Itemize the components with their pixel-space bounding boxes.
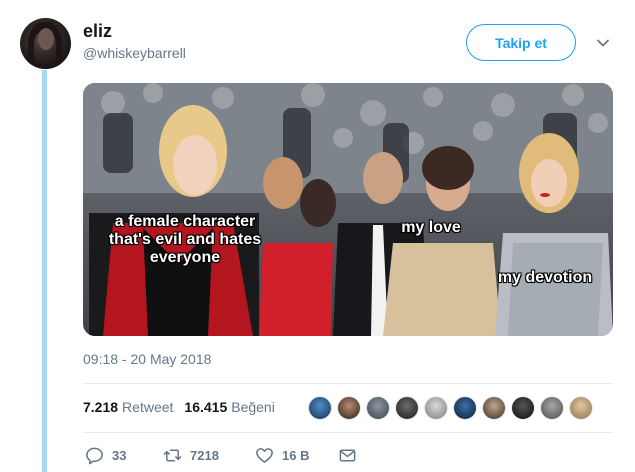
reply-icon <box>86 447 103 465</box>
liker-avatar[interactable] <box>540 396 564 420</box>
dm-button[interactable] <box>338 446 357 465</box>
reply-button[interactable]: 33 <box>85 446 163 465</box>
like-action-count: 16 B <box>282 448 310 463</box>
liker-avatar[interactable] <box>337 396 361 420</box>
like-stat[interactable]: 16.415 Beğeni <box>184 399 274 415</box>
retweet-icon <box>163 449 182 462</box>
like-button[interactable]: 16 B <box>255 446 338 465</box>
tweet-timestamp[interactable]: 09:18 - 20 May 2018 <box>83 351 211 367</box>
thread-line <box>42 70 47 472</box>
heart-icon <box>256 448 273 463</box>
reply-count: 33 <box>112 448 127 463</box>
chevron-down-icon[interactable] <box>595 35 611 51</box>
liker-avatar[interactable] <box>511 396 535 420</box>
user-name[interactable]: eliz <box>83 21 112 42</box>
envelope-icon <box>339 449 356 462</box>
avatar[interactable] <box>20 18 71 69</box>
tweet-actions: 33 7218 16 B <box>85 446 357 465</box>
follow-button[interactable]: Takip et <box>466 24 576 61</box>
retweet-stat[interactable]: 7.218 Retweet <box>83 399 173 415</box>
like-count: 16.415 <box>184 399 228 415</box>
liker-avatar[interactable] <box>308 396 332 420</box>
meme-caption-right: my devotion <box>497 269 593 286</box>
liker-avatars <box>308 396 593 420</box>
meme-caption-left: a female character that's evil and hates… <box>108 213 262 266</box>
liker-avatar[interactable] <box>395 396 419 420</box>
liker-avatar[interactable] <box>569 396 593 420</box>
liker-avatar[interactable] <box>482 396 506 420</box>
retweet-action-count: 7218 <box>190 448 219 463</box>
divider-bottom <box>83 432 613 433</box>
tweet-stats: 7.218 Retweet 16.415 Beğeni <box>83 399 275 415</box>
liker-avatar[interactable] <box>453 396 477 420</box>
retweet-label: Retweet <box>122 399 174 415</box>
meme-caption-middle: my love <box>401 219 461 236</box>
avatar-face <box>38 28 54 50</box>
tweet-image[interactable]: a female character that's evil and hates… <box>83 83 613 336</box>
liker-avatar[interactable] <box>366 396 390 420</box>
like-label: Beğeni <box>231 399 275 415</box>
retweet-button[interactable]: 7218 <box>163 446 255 465</box>
user-handle[interactable]: @whiskeybarrell <box>83 45 186 61</box>
meme-photo <box>83 83 613 336</box>
liker-avatar[interactable] <box>424 396 448 420</box>
divider-top <box>83 383 613 384</box>
retweet-count: 7.218 <box>83 399 119 415</box>
